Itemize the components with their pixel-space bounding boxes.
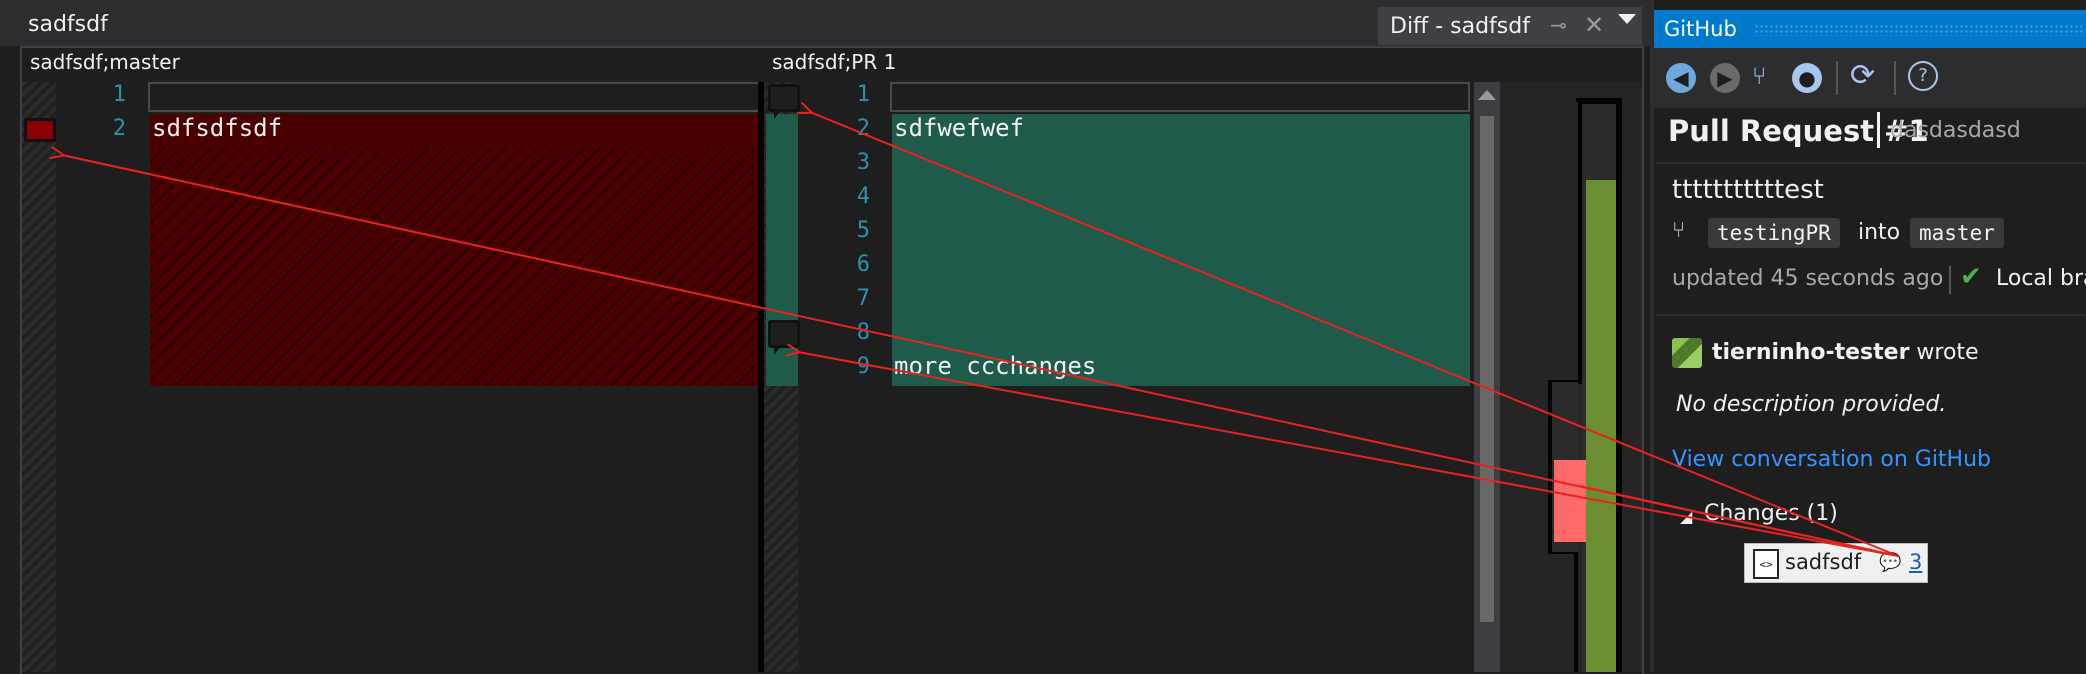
pr-repository: dasdasdasd <box>1890 118 2021 143</box>
document-title: sadfsdf <box>28 12 108 37</box>
comment-glyph-icon[interactable] <box>768 84 800 119</box>
scroll-up-icon[interactable] <box>1478 90 1496 100</box>
updated-timestamp: updated 45 seconds ago <box>1672 266 1944 291</box>
line-number: 8 <box>856 320 870 345</box>
code-file-icon: <> <box>1753 549 1779 579</box>
github-pane-title: GitHub <box>1664 17 1737 41</box>
toolbar-separator <box>1836 61 1838 95</box>
branch-icon: ⑂ <box>1672 218 1686 243</box>
code-line: sdfwefwef <box>894 114 1025 142</box>
tab-diff-label: Diff - sadfsdf <box>1390 14 1530 39</box>
back-icon[interactable]: ◀ <box>1666 63 1696 93</box>
removed-block-hatch <box>150 148 758 386</box>
github-icon[interactable]: ● <box>1792 63 1822 93</box>
code-line: more ccchanges <box>894 352 1097 380</box>
forward-icon[interactable]: ▶ <box>1710 63 1740 93</box>
title-separator <box>1877 112 1880 148</box>
chevron-down-icon[interactable] <box>1618 14 1636 24</box>
line-number: 9 <box>856 354 870 379</box>
code-line: sdfsdfsdf <box>152 114 283 142</box>
empty-line-placeholder <box>890 82 1470 112</box>
changed-file-item[interactable]: <> sadfsdf 💬 3 <box>1744 543 1928 583</box>
github-toolbar: ◀ ▶ ⑂ ● ⟳ ? <box>1654 48 2086 108</box>
line-number: 7 <box>856 286 870 311</box>
line-number: 1 <box>856 82 870 107</box>
comment-glyph-icon[interactable] <box>24 118 56 142</box>
changes-header[interactable]: Changes (1) <box>1704 501 1838 526</box>
wrote-label: wrote <box>1916 340 1979 365</box>
line-number: 1 <box>112 82 126 107</box>
help-icon[interactable]: ? <box>1908 61 1938 91</box>
line-number: 2 <box>112 116 126 141</box>
avatar[interactable] <box>1672 338 1702 368</box>
author-line: tierninho-tester wrote <box>1712 340 1979 365</box>
refresh-icon[interactable]: ⟳ <box>1850 58 1875 93</box>
pull-request-icon[interactable]: ⑂ <box>1752 62 1766 90</box>
right-pane-header: sadfsdf;PR 1 <box>772 50 897 74</box>
target-branch-chip: master <box>1910 218 2004 248</box>
toolbar-separator <box>1894 61 1896 95</box>
line-number: 3 <box>856 150 870 175</box>
line-number: 6 <box>856 252 870 277</box>
github-pane-header[interactable]: GitHub <box>1654 10 2086 48</box>
separator <box>1949 266 1951 294</box>
collapse-caret-icon[interactable]: ◢ <box>1680 507 1692 526</box>
added-block-bg <box>892 114 1470 386</box>
drag-grip[interactable] <box>1754 24 2084 36</box>
checkmark-icon: ✔ <box>1960 262 1982 292</box>
empty-line-placeholder <box>148 82 760 112</box>
tab-diff[interactable]: Diff - sadfsdf ⊸ ✕ <box>1378 7 1642 45</box>
file-name: sadfsdf <box>1785 550 1862 574</box>
into-label: into <box>1858 220 1901 245</box>
pr-name: tttttttttttest <box>1672 175 1824 205</box>
pr-description: No description provided. <box>1676 392 1947 417</box>
view-conversation-link[interactable]: View conversation on GitHub <box>1672 447 1991 472</box>
comment-icon: 💬 <box>1879 552 1902 573</box>
left-gutter <box>22 82 56 672</box>
author-name[interactable]: tierninho-tester <box>1712 340 1909 365</box>
line-number: 5 <box>856 218 870 243</box>
scrollbar-thumb[interactable] <box>1480 116 1494 622</box>
comment-count-link[interactable]: 3 <box>1909 550 1922 574</box>
left-pane-header: sadfsdf;master <box>30 50 180 74</box>
diff-overview-map <box>1548 98 1622 672</box>
close-icon[interactable]: ✕ <box>1584 11 1604 39</box>
local-branch-status[interactable]: Local bra <box>1996 266 2086 291</box>
divider <box>1656 162 2086 164</box>
diff-overview-margin[interactable] <box>1500 82 1642 672</box>
divider <box>1656 314 2086 316</box>
pin-icon[interactable]: ⊸ <box>1550 13 1567 37</box>
line-number: 4 <box>856 184 870 209</box>
comment-glyph-icon[interactable] <box>768 320 800 355</box>
source-branch-chip: testingPR <box>1708 218 1840 248</box>
line-number: 2 <box>856 116 870 141</box>
